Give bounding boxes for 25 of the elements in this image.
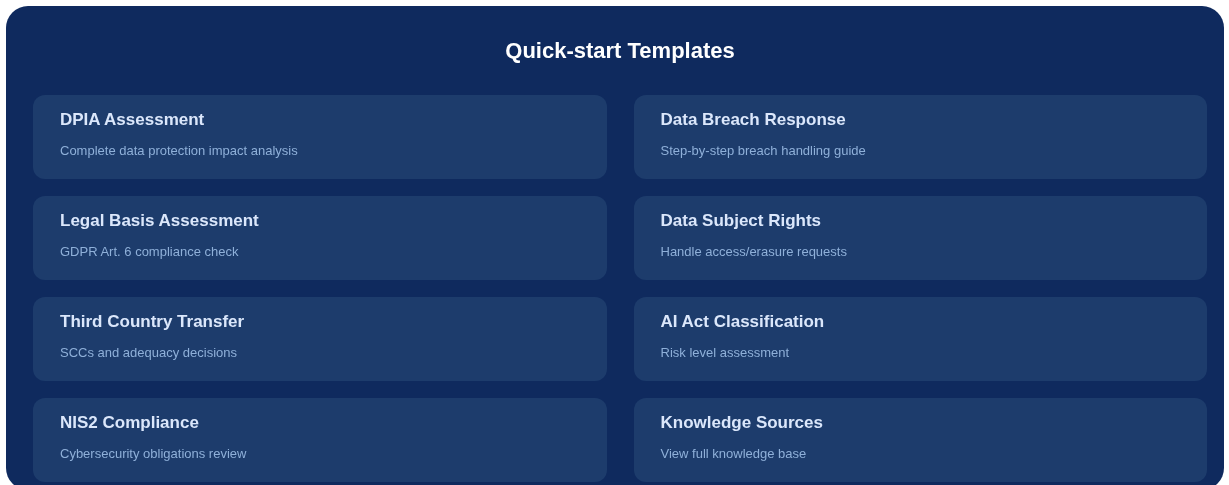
template-card[interactable]: Knowledge Sources View full knowledge base — [633, 398, 1207, 482]
template-title: DPIA Assessment — [60, 109, 205, 131]
template-title: Knowledge Sources — [660, 412, 823, 434]
panel-title: Quick-start Templates — [504, 36, 736, 65]
template-card[interactable]: Legal Basis Assessment GDPR Art. 6 compliance check — [33, 196, 607, 280]
template-title: Data Subject Rights — [660, 210, 822, 232]
template-card[interactable]: DPIA Assessment Complete data protection impact analysis — [33, 95, 607, 179]
template-card[interactable]: Third Country Transfer SCCs and adequacy decisions — [33, 297, 607, 381]
template-description: GDPR Art. 6 compliance check — [60, 243, 239, 261]
template-description: View full knowledge base — [660, 445, 807, 463]
template-description: SCCs and adequacy decisions — [60, 344, 238, 362]
template-description: Handle access/erasure requests — [660, 243, 847, 261]
template-title: Third Country Transfer — [60, 311, 245, 333]
template-card[interactable]: NIS2 Compliance Cybersecurity obligations review — [33, 398, 607, 482]
template-title: AI Act Classification — [660, 311, 825, 333]
template-title: Legal Basis Assessment — [60, 210, 259, 232]
template-title: Data Breach Response — [660, 109, 846, 131]
template-description: Step-by-step breach handling guide — [660, 142, 866, 160]
template-card[interactable]: AI Act Classification Risk level assessment — [633, 297, 1207, 381]
template-card[interactable]: Data Subject Rights Handle access/erasure requests — [633, 196, 1207, 280]
template-title: NIS2 Compliance — [60, 412, 199, 434]
template-description: Cybersecurity obligations review — [60, 445, 247, 463]
template-description: Risk level assessment — [660, 344, 790, 362]
template-card[interactable]: Data Breach Response Step-by-step breach handling guide — [633, 95, 1207, 179]
template-description: Complete data protection impact analysis — [60, 142, 298, 160]
